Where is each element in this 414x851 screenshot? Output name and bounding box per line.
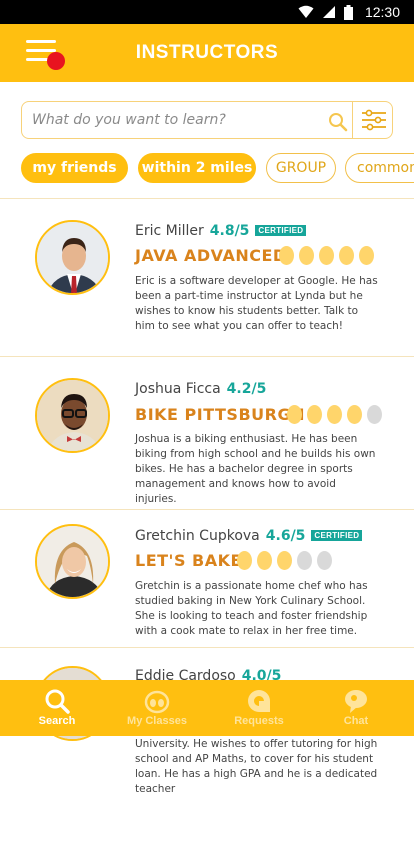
nav-label: Chat <box>343 715 369 727</box>
sliders-icon <box>361 109 386 131</box>
avatar <box>35 378 110 453</box>
nav-label: My Classes <box>127 715 187 727</box>
cellular-icon <box>322 6 335 18</box>
chip-my-friends[interactable]: my friends <box>21 153 128 183</box>
rating-pip <box>277 551 292 570</box>
notification-badge <box>47 52 65 70</box>
instructor-bio: Gretchin is a passionate home chef who h… <box>135 580 368 637</box>
filter-button[interactable] <box>352 101 394 139</box>
instructor-name-line: Gretchin Cupkova 4.6/5 CERTIFIED <box>135 528 363 544</box>
requests-icon <box>248 690 270 712</box>
nav-chat[interactable]: Chat <box>306 680 406 736</box>
rating-pips <box>279 246 374 265</box>
avatar <box>35 220 110 295</box>
instructor-bio: Eric is a software developer at Google. … <box>135 275 378 332</box>
rating-pip <box>279 246 294 265</box>
instructor-name: Gretchin Cupkova <box>135 528 260 544</box>
chip-group[interactable]: GROUP <box>266 153 336 183</box>
avatar <box>35 524 110 599</box>
rating-pip <box>299 246 314 265</box>
bottom-nav: Search My Classes Requests Chat <box>0 680 414 736</box>
rating-pip <box>307 405 322 424</box>
battery-icon <box>343 4 353 20</box>
certified-badge: CERTIFIED <box>311 530 363 541</box>
nav-search[interactable]: Search <box>7 680 107 736</box>
app-header: INSTRUCTORS <box>0 24 414 82</box>
instructor-rating: 4.2/5 <box>226 381 267 397</box>
instructor-bio: Joshua is a biking enthusiast. He has be… <box>135 433 376 505</box>
avatar-image <box>37 526 108 597</box>
page-title: INSTRUCTORS <box>135 42 279 63</box>
status-bar: 12:30 <box>0 0 414 24</box>
course-title: JAVA ADVANCED <box>135 246 287 265</box>
rating-pips <box>237 551 332 570</box>
rating-pip <box>367 405 382 424</box>
search-icon <box>45 689 70 714</box>
instructor-rating: 4.6/5 <box>265 528 306 544</box>
rating-pip <box>347 405 362 424</box>
instructor-card[interactable]: Eric Miller 4.8/5 CERTIFIED JAVA ADVANCED … <box>0 199 414 357</box>
instructor-card[interactable]: Joshua Ficca 4.2/5 BIKE PITTSBURGH Joshua… <box>0 357 414 510</box>
wifi-icon <box>298 5 314 18</box>
rating-pips <box>287 405 382 424</box>
rating-pip <box>287 405 302 424</box>
nav-label: Requests <box>234 715 284 727</box>
instructor-bio: University. He wishes to offer tutoring … <box>135 738 378 795</box>
rating-pip <box>317 551 332 570</box>
course-title: BIKE PITTSBURGH <box>135 405 305 424</box>
nav-my-classes[interactable]: My Classes <box>107 680 207 736</box>
chip-common[interactable]: common <box>345 153 414 183</box>
rating-pip <box>237 551 252 570</box>
rating-pip <box>297 551 312 570</box>
instructor-name: Joshua Ficca <box>135 381 221 397</box>
instructor-name-line: Joshua Ficca 4.2/5 <box>135 381 266 397</box>
search-icon[interactable] <box>328 112 348 132</box>
instructor-name-line: Eric Miller 4.8/5 CERTIFIED <box>135 223 307 239</box>
rating-pip <box>319 246 334 265</box>
certified-badge: CERTIFIED <box>255 225 307 236</box>
nav-label: Search <box>38 715 76 727</box>
rating-pip <box>327 405 342 424</box>
status-time: 12:30 <box>364 4 400 20</box>
instructor-name: Eric Miller <box>135 223 204 239</box>
chat-icon <box>345 690 367 713</box>
filter-chips: my friends within 2 miles GROUP common <box>21 153 414 183</box>
instructor-rating: 4.8/5 <box>209 223 250 239</box>
course-title: LET'S BAKE <box>135 551 242 570</box>
instructor-card[interactable]: Gretchin Cupkova 4.6/5 CERTIFIED LET'S BAK… <box>0 510 414 648</box>
rating-pip <box>359 246 374 265</box>
avatar-image <box>37 380 108 451</box>
rating-pip <box>339 246 354 265</box>
rating-pip <box>257 551 272 570</box>
chip-within-2-miles[interactable]: within 2 miles <box>138 153 256 183</box>
avatar-image <box>37 222 108 293</box>
search-input[interactable] <box>32 102 332 138</box>
classes-icon <box>144 690 170 714</box>
nav-requests[interactable]: Requests <box>209 680 309 736</box>
search-bar <box>21 101 393 139</box>
